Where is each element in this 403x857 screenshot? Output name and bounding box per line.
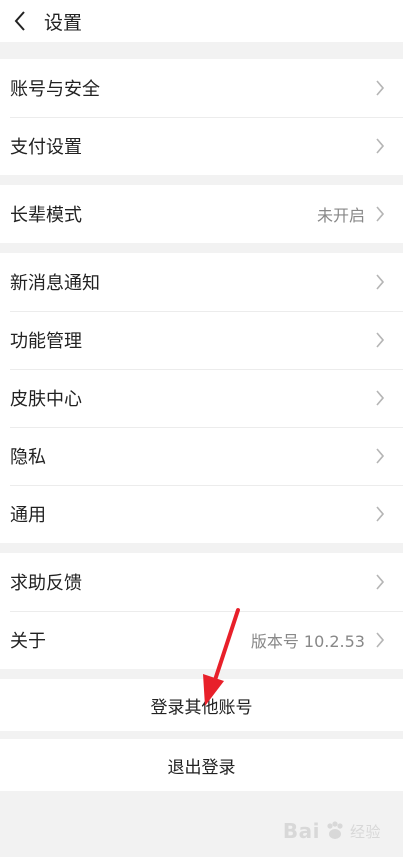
settings-item-label: 通用 bbox=[10, 505, 46, 526]
chevron-right-icon bbox=[373, 78, 387, 98]
settings-item-label: 账号与安全 bbox=[10, 79, 100, 100]
settings-item-label: 功能管理 bbox=[10, 331, 82, 352]
section-gap bbox=[0, 731, 403, 739]
switch-account-label: 登录其他账号 bbox=[150, 697, 253, 718]
settings-item-label: 长辈模式 bbox=[10, 205, 82, 226]
watermark-suffix: 经验 bbox=[349, 822, 381, 841]
chevron-right-icon bbox=[373, 630, 387, 650]
watermark-brand: Bai bbox=[282, 819, 320, 843]
settings-item-account-security[interactable]: 账号与安全 bbox=[0, 59, 403, 117]
settings-item-general[interactable]: 通用 bbox=[0, 485, 403, 543]
settings-group-general: 新消息通知 功能管理 皮肤中心 隐私 通用 bbox=[0, 253, 403, 543]
version-number: 版本号 10.2.53 bbox=[250, 632, 365, 651]
section-gap bbox=[0, 543, 403, 553]
chevron-right-icon bbox=[373, 272, 387, 292]
settings-group-help: 求助反馈 关于 版本号 10.2.53 bbox=[0, 553, 403, 669]
settings-item-label: 皮肤中心 bbox=[10, 389, 82, 410]
switch-account-button[interactable]: 登录其他账号 bbox=[0, 679, 403, 731]
section-gap bbox=[0, 669, 403, 679]
chevron-right-icon bbox=[373, 330, 387, 350]
section-gap bbox=[0, 175, 403, 185]
settings-item-payment[interactable]: 支付设置 bbox=[0, 117, 403, 175]
settings-item-notifications[interactable]: 新消息通知 bbox=[0, 253, 403, 311]
settings-item-skins[interactable]: 皮肤中心 bbox=[0, 369, 403, 427]
chevron-right-icon bbox=[373, 446, 387, 466]
elder-mode-status: 未开启 bbox=[316, 206, 365, 225]
settings-item-features[interactable]: 功能管理 bbox=[0, 311, 403, 369]
settings-item-about[interactable]: 关于 版本号 10.2.53 bbox=[0, 611, 403, 669]
section-gap bbox=[0, 42, 403, 59]
back-button[interactable] bbox=[0, 0, 40, 42]
page-title: 设置 bbox=[44, 11, 83, 34]
settings-item-elder-mode[interactable]: 长辈模式 未开启 bbox=[0, 185, 403, 243]
logout-button[interactable]: 退出登录 bbox=[0, 739, 403, 791]
settings-item-label: 支付设置 bbox=[10, 137, 82, 158]
settings-item-label: 关于 bbox=[10, 631, 46, 652]
settings-group-elder: 长辈模式 未开启 bbox=[0, 185, 403, 243]
chevron-right-icon bbox=[373, 504, 387, 524]
section-gap bbox=[0, 243, 403, 253]
settings-item-label: 隐私 bbox=[10, 447, 46, 468]
header-bar: 设置 bbox=[0, 0, 403, 42]
chevron-left-icon bbox=[14, 11, 25, 31]
logout-label: 退出登录 bbox=[167, 757, 236, 778]
paw-icon bbox=[327, 821, 343, 839]
settings-item-feedback[interactable]: 求助反馈 bbox=[0, 553, 403, 611]
chevron-right-icon bbox=[373, 388, 387, 408]
chevron-right-icon bbox=[373, 204, 387, 224]
settings-item-label: 新消息通知 bbox=[10, 273, 100, 294]
baidu-watermark: Bai 经验 bbox=[283, 819, 381, 843]
settings-item-privacy[interactable]: 隐私 bbox=[0, 427, 403, 485]
chevron-right-icon bbox=[373, 572, 387, 592]
chevron-right-icon bbox=[373, 136, 387, 156]
settings-item-label: 求助反馈 bbox=[10, 573, 82, 594]
settings-group-account: 账号与安全 支付设置 bbox=[0, 59, 403, 175]
